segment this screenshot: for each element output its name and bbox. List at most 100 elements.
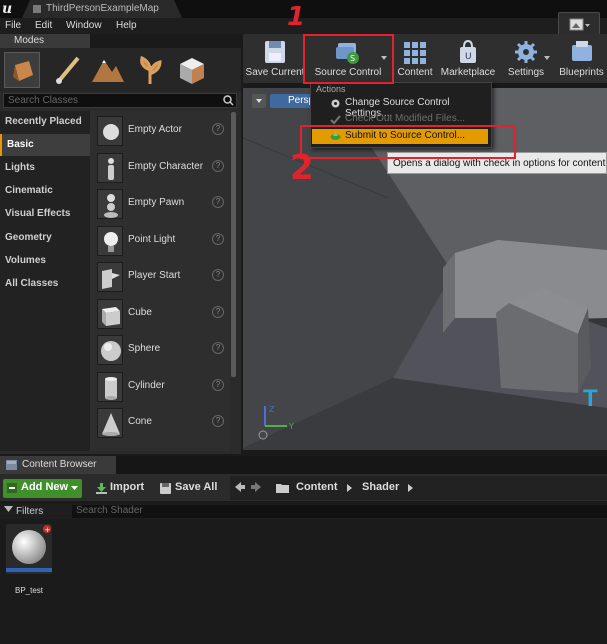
menu-section-header: Actions (316, 84, 346, 94)
back-arrow-icon[interactable] (235, 482, 245, 492)
class-search-placeholder: Search Classes (8, 95, 79, 106)
list-item[interactable]: Cone ? (94, 406, 226, 440)
help-icon[interactable]: ? (212, 269, 224, 281)
category-basic[interactable]: Basic (0, 134, 90, 156)
content-browser-tab-label: Content Browser (22, 459, 97, 470)
help-icon[interactable]: ? (212, 342, 224, 354)
modes-tab[interactable]: Modes (0, 34, 90, 48)
image-icon (569, 18, 590, 31)
item-label: Cone (128, 416, 152, 427)
foliage-mode-button[interactable] (132, 52, 168, 88)
asset-search-input[interactable]: Search Shader (72, 505, 607, 518)
item-label: Empty Actor (128, 124, 182, 135)
geometry-mode-button[interactable] (174, 52, 210, 88)
svg-text:+: + (45, 526, 51, 534)
filter-chevron-icon (4, 506, 13, 512)
list-item[interactable]: Point Light ? (94, 224, 226, 258)
landscape-icon (92, 60, 124, 82)
content-browser-tab[interactable]: Content Browser (0, 456, 116, 474)
path-segment-content[interactable]: Content (296, 481, 338, 493)
blueprint-sphere-icon: + (6, 525, 52, 572)
menu-edit[interactable]: Edit (35, 20, 52, 31)
item-label: Empty Pawn (128, 197, 185, 208)
empty-actor-icon (97, 116, 123, 146)
list-item[interactable]: Empty Character ? (94, 151, 226, 185)
save-all-button[interactable]: Save All (158, 479, 222, 498)
change-source-control-settings-item[interactable]: Change Source Control Settings... (312, 96, 488, 119)
category-cinematic[interactable]: Cinematic (0, 180, 90, 202)
foliage-icon (140, 55, 162, 84)
save-current-button[interactable]: Save Current (245, 36, 305, 82)
chevron-right-icon (408, 484, 413, 492)
settings-label: Settings (507, 67, 545, 78)
gear-icon (331, 99, 340, 108)
marketplace-button[interactable]: U Marketplace (439, 36, 497, 82)
category-volumes[interactable]: Volumes (0, 250, 90, 272)
path-segment-shader[interactable]: Shader (362, 481, 399, 493)
map-icon (33, 5, 41, 13)
list-item[interactable]: Cube ? (94, 297, 226, 331)
settings-dropdown-arrow (544, 56, 550, 60)
help-icon[interactable]: ? (212, 196, 224, 208)
geometry-edit-icon (180, 58, 204, 84)
blueprints-button[interactable]: Blueprints (556, 36, 607, 82)
list-item[interactable]: Sphere ? (94, 333, 226, 367)
items-scrollbar[interactable] (231, 112, 236, 377)
sphere-icon (97, 335, 123, 365)
svg-text:U: U (465, 52, 472, 62)
content-button[interactable]: Content (394, 36, 436, 82)
help-icon[interactable]: ? (212, 123, 224, 135)
category-recently-placed[interactable]: Recently Placed (0, 111, 90, 133)
class-search-input[interactable]: Search Classes (3, 93, 237, 108)
import-button[interactable]: Import (94, 479, 150, 498)
help-icon[interactable]: ? (212, 415, 224, 427)
filters-button[interactable]: Filters (4, 506, 43, 517)
category-lights[interactable]: Lights (0, 157, 90, 179)
search-icon (223, 95, 234, 106)
chevron-down-icon (256, 99, 262, 103)
asset-tile[interactable]: + (6, 524, 52, 574)
settings-button[interactable]: Settings (500, 36, 552, 82)
add-new-label: Add New (21, 481, 69, 493)
svg-text:Y: Y (288, 422, 294, 431)
level-tab[interactable]: ThirdPersonExampleMap (22, 0, 182, 18)
list-item[interactable]: Empty Actor ? (94, 114, 226, 148)
list-item[interactable]: Player Start ? (94, 260, 226, 294)
cube-icon (97, 299, 123, 329)
category-all-classes[interactable]: All Classes (0, 273, 90, 295)
forward-arrow-icon[interactable] (251, 482, 261, 492)
category-visual-effects[interactable]: Visual Effects (0, 203, 90, 225)
item-label: Point Light (128, 234, 176, 245)
paint-mode-button[interactable] (50, 52, 86, 88)
content-grid-icon (404, 42, 426, 64)
category-geometry[interactable]: Geometry (0, 227, 90, 249)
paint-brush-icon (56, 56, 80, 84)
viewport-options-button[interactable] (252, 94, 266, 108)
annotation-step-2: 2 (290, 148, 314, 188)
menu-window[interactable]: Window (66, 20, 102, 31)
cylinder-icon (97, 372, 123, 402)
landscape-mode-button[interactable] (90, 52, 126, 88)
list-item[interactable]: Cylinder ? (94, 370, 226, 404)
annotation-box-source-control (303, 34, 394, 84)
list-item[interactable]: Empty Pawn ? (94, 187, 226, 221)
menu-file[interactable]: File (5, 20, 21, 31)
save-icon (265, 41, 285, 63)
help-icon[interactable]: ? (212, 306, 224, 318)
save-current-label: Save Current (245, 67, 305, 78)
asset-search-placeholder: Search Shader (76, 505, 143, 516)
item-label: Cube (128, 307, 152, 318)
help-icon[interactable]: ? (212, 160, 224, 172)
unreal-logo-icon[interactable]: u (2, 1, 20, 17)
menu-help[interactable]: Help (116, 20, 137, 31)
filters-label: Filters (16, 506, 44, 517)
help-icon[interactable]: ? (212, 379, 224, 391)
svg-text:T: T (583, 385, 598, 412)
empty-pawn-icon (97, 189, 123, 219)
add-new-button[interactable]: Add New (3, 479, 82, 498)
place-mode-button[interactable] (4, 52, 40, 88)
item-label: Empty Character (128, 161, 204, 172)
help-icon[interactable]: ? (212, 233, 224, 245)
item-label: Player Start (128, 270, 181, 281)
chevron-down-icon (71, 486, 78, 490)
